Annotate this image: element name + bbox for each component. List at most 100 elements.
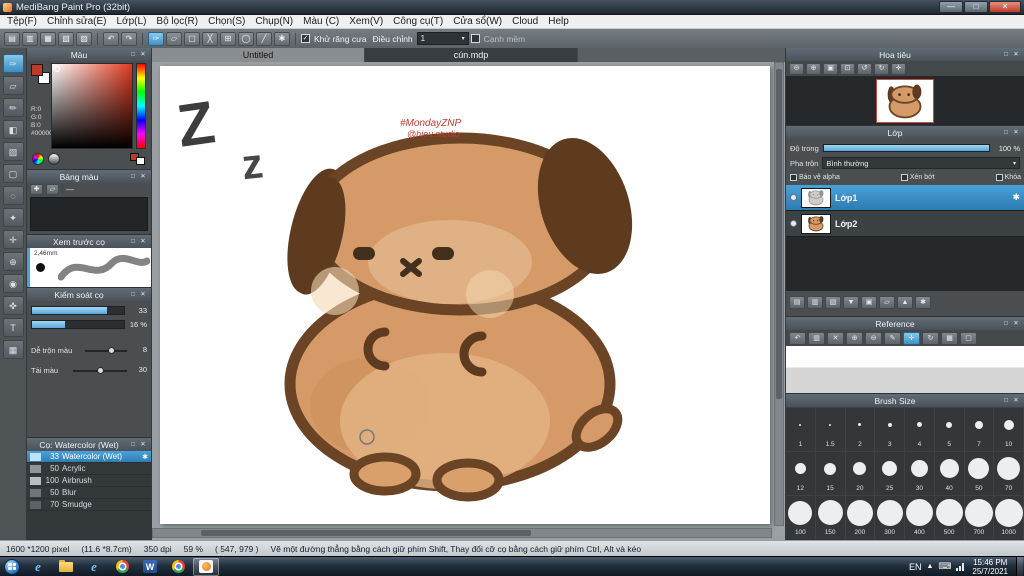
menu-item-tools[interactable]: Công cụ(T) (388, 16, 448, 27)
brush-opacity-slider[interactable]: 16 % (31, 319, 147, 331)
layer-row-lop2[interactable]: Lớp2 (786, 211, 1024, 237)
menu-item-help[interactable]: Help (543, 16, 574, 27)
export-button[interactable]: ▧ (58, 31, 74, 46)
slider-track[interactable] (31, 306, 125, 315)
keyboard-icon[interactable]: ⌨ (938, 561, 951, 572)
palette-grid[interactable] (30, 197, 148, 231)
brush-size-option[interactable]: 100 (786, 495, 816, 539)
delete-color-button[interactable]: ▱ (46, 184, 59, 195)
taskbar-medibang-icon[interactable] (193, 557, 219, 576)
close-icon[interactable]: ✕ (138, 290, 148, 300)
tool-hand[interactable]: ✜ (2, 296, 24, 315)
blend-mode-dropdown[interactable]: Bình thường ▾ (822, 157, 1020, 169)
snap-grid-button[interactable]: ⊞ (220, 31, 236, 46)
slider-knob[interactable] (97, 367, 105, 374)
reference-back-button[interactable]: ↶ (789, 331, 806, 345)
tool-pen[interactable]: ✏ (2, 98, 24, 117)
print-button[interactable]: ▨ (76, 31, 92, 46)
popout-icon[interactable]: □ (128, 50, 138, 60)
reference-pick-button[interactable]: ✎ (884, 331, 901, 345)
color-wheel-icon[interactable] (32, 153, 44, 165)
popout-icon[interactable]: □ (128, 440, 138, 450)
close-icon[interactable]: ✕ (138, 172, 148, 182)
select-button[interactable]: ▢ (184, 31, 200, 46)
brush-size-option[interactable]: 30 (905, 451, 935, 495)
slider-knob[interactable] (108, 347, 116, 354)
color-load-slider[interactable] (73, 367, 127, 374)
menu-item-view[interactable]: Xem(V) (344, 16, 388, 27)
menu-item-window[interactable]: Cửa sổ(W) (448, 16, 507, 27)
tool-eyedropper[interactable]: ◉ (2, 274, 24, 293)
brush-size-option[interactable]: 200 (845, 495, 876, 539)
clear-layer-button[interactable]: ▣ (861, 296, 877, 309)
maximize-button[interactable]: □ (964, 1, 988, 13)
scrollbar-thumb[interactable] (201, 530, 531, 536)
close-icon[interactable]: ✕ (138, 440, 148, 450)
tab-untitled[interactable]: Untitled (152, 48, 365, 62)
brush-size-option[interactable]: 10 (994, 407, 1024, 451)
slider-track[interactable] (31, 320, 125, 329)
visibility-icon[interactable] (790, 194, 797, 201)
drawing-canvas[interactable]: Z z #MondayZNP @hieu.studio (160, 66, 770, 524)
new-button[interactable]: ▤ (4, 31, 20, 46)
correction-dropdown[interactable]: 1 ▾ (416, 32, 469, 45)
primary-color-swatch[interactable] (31, 64, 43, 76)
hue-slider[interactable] (136, 63, 146, 149)
redo-button[interactable]: ↷ (121, 31, 137, 46)
popout-icon[interactable]: □ (128, 290, 138, 300)
layer-opacity-slider[interactable] (822, 144, 990, 152)
undo-button[interactable]: ↶ (103, 31, 119, 46)
reset-view-button[interactable]: ✛ (891, 62, 906, 75)
menu-item-select[interactable]: Chọn(S) (203, 16, 250, 27)
taskbar-word-icon[interactable]: W (137, 558, 163, 576)
menu-item-edit[interactable]: Chỉnh sửa(E) (42, 16, 112, 27)
menu-item-cloud[interactable]: Cloud (507, 16, 543, 27)
color-mix-slider[interactable] (85, 347, 127, 354)
vertical-scrollbar[interactable] (774, 62, 784, 526)
menu-item-file[interactable]: Tệp(F) (2, 16, 42, 27)
reference-close-button[interactable]: ✕ (827, 331, 844, 345)
duplicate-layer-button[interactable]: ▧ (825, 296, 841, 309)
popout-icon[interactable]: □ (1001, 50, 1011, 60)
gear-icon[interactable]: ✱ (142, 453, 148, 461)
gear-icon[interactable]: ✱ (1012, 192, 1020, 203)
tool-fill[interactable]: ◧ (2, 120, 24, 139)
brush-size-option[interactable]: 700 (964, 495, 995, 539)
background-swatch[interactable] (136, 157, 145, 165)
language-indicator[interactable]: EN (909, 562, 922, 572)
delete-layer-button[interactable]: ▱ (879, 296, 895, 309)
brush-size-option[interactable]: 3 (875, 407, 905, 451)
taskbar-clock[interactable]: 15:46 PM 25/7/2021 (972, 558, 1008, 576)
taskbar-folder-icon[interactable] (53, 558, 79, 576)
close-icon[interactable]: ✕ (1011, 319, 1021, 329)
open-button[interactable]: ▥ (22, 31, 38, 46)
merge-down-button[interactable]: ▼ (843, 296, 859, 309)
snap-line-button[interactable]: ╱ (256, 31, 272, 46)
alpha-protect-checkbox[interactable]: Bảo vệ alpha (790, 174, 840, 181)
taskbar-ie-icon[interactable]: e (25, 558, 51, 576)
tool-divide[interactable]: ▦ (2, 340, 24, 359)
popout-icon[interactable]: □ (1001, 128, 1011, 138)
visibility-icon[interactable] (790, 220, 797, 227)
rotate-left-button[interactable]: ↺ (857, 62, 872, 75)
tab-cun-mdp[interactable]: cún.mdp (365, 48, 578, 62)
zoom-in-button[interactable]: ⊕ (806, 62, 821, 75)
close-icon[interactable]: ✕ (1011, 128, 1021, 138)
brush-size-option[interactable]: 150 (815, 495, 846, 539)
brush-mode-button[interactable]: ✑ (148, 31, 164, 46)
rotate-right-button[interactable]: ↻ (874, 62, 889, 75)
save-button[interactable]: ▦ (40, 31, 56, 46)
close-icon[interactable]: ✕ (1011, 50, 1021, 60)
menu-item-layer[interactable]: Lớp(L) (112, 16, 152, 27)
tool-zoom[interactable]: ⊕ (2, 252, 24, 271)
zoom-out-button[interactable]: ⊖ (789, 62, 804, 75)
antialias-checkbox[interactable]: ✓ (301, 34, 310, 43)
start-button[interactable] (1, 558, 23, 576)
grayscale-icon[interactable] (48, 153, 60, 165)
tray-chevron-icon[interactable]: ▲ (926, 563, 933, 570)
brush-size-option[interactable]: 15 (815, 451, 846, 495)
lock-checkbox[interactable]: Khóa (995, 174, 1021, 181)
taskbar-ie2-icon[interactable]: e (81, 558, 107, 576)
brush-row-acrylic[interactable]: 50 Acrylic (27, 463, 151, 475)
layer-row-lop1[interactable]: Lớp1 ✱ (786, 185, 1024, 211)
